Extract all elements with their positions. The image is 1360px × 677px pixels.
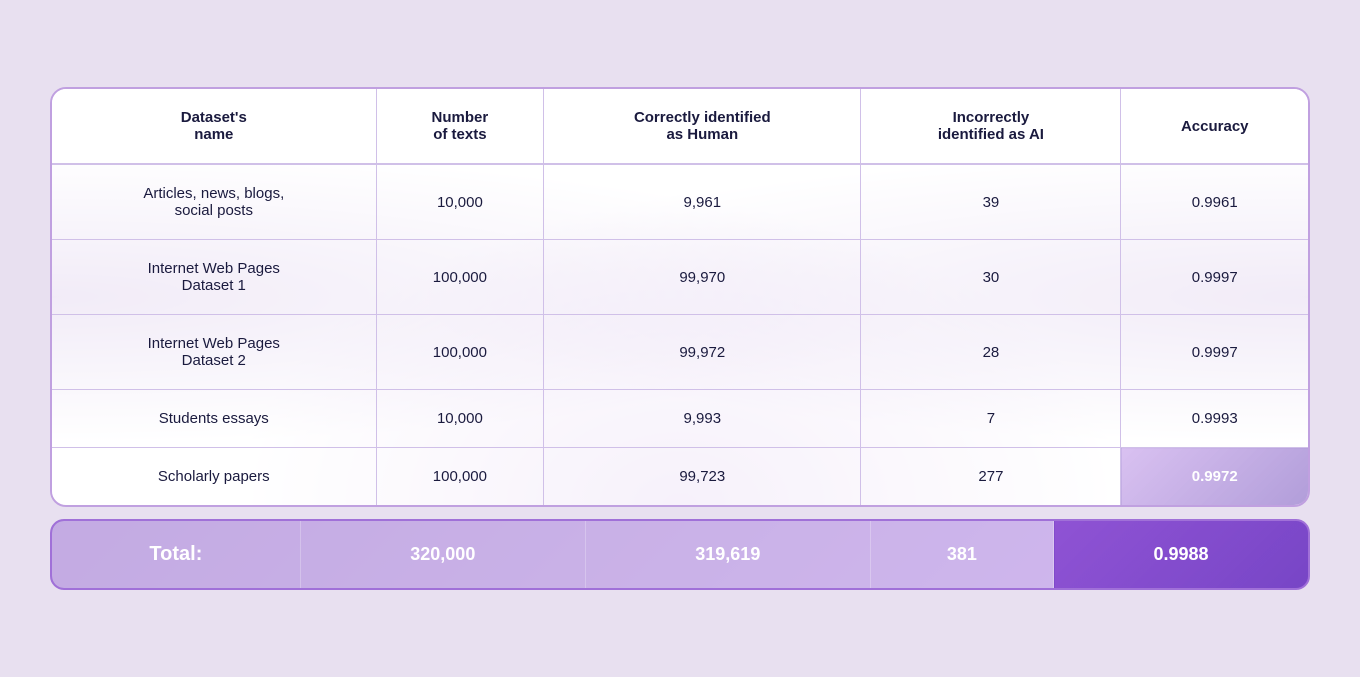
row-correctly: 99,970 bbox=[544, 240, 861, 315]
totals-bar: Total: 320,000 319,619 381 0.9988 bbox=[50, 519, 1310, 590]
row-number: 100,000 bbox=[376, 315, 544, 390]
correctly-identified-header: Correctly identifiedas Human bbox=[544, 89, 861, 164]
totals-table: Total: 320,000 319,619 381 0.9988 bbox=[52, 521, 1308, 588]
row-number: 10,000 bbox=[376, 390, 544, 448]
row-dataset-name: Scholarly papers bbox=[52, 448, 376, 506]
row-incorrectly: 30 bbox=[861, 240, 1121, 315]
row-dataset-name: Internet Web PagesDataset 1 bbox=[52, 240, 376, 315]
number-of-texts-header: Numberof texts bbox=[376, 89, 544, 164]
table-row: Students essays 10,000 9,993 7 0.9993 bbox=[52, 390, 1308, 448]
totals-correctly: 319,619 bbox=[585, 521, 870, 588]
totals-incorrectly: 381 bbox=[870, 521, 1053, 588]
row-accuracy: 0.9997 bbox=[1121, 240, 1308, 315]
table-header-row: Dataset'sname Numberof texts Correctly i… bbox=[52, 89, 1308, 164]
row-dataset-name: Internet Web PagesDataset 2 bbox=[52, 315, 376, 390]
totals-row: Total: 320,000 319,619 381 0.9988 bbox=[52, 521, 1308, 588]
row-accuracy: 0.9993 bbox=[1121, 390, 1308, 448]
totals-label: Total: bbox=[52, 521, 300, 588]
row-dataset-name: Students essays bbox=[52, 390, 376, 448]
totals-number: 320,000 bbox=[300, 521, 585, 588]
row-incorrectly: 277 bbox=[861, 448, 1121, 506]
incorrectly-identified-header: Incorrectlyidentified as AI bbox=[861, 89, 1121, 164]
row-number: 100,000 bbox=[376, 448, 544, 506]
row-dataset-name: Articles, news, blogs,social posts bbox=[52, 164, 376, 240]
row-accuracy: 0.9961 bbox=[1121, 164, 1308, 240]
row-incorrectly: 39 bbox=[861, 164, 1121, 240]
main-table-container: Dataset'sname Numberof texts Correctly i… bbox=[50, 87, 1310, 507]
table-row: Scholarly papers 100,000 99,723 277 0.99… bbox=[52, 448, 1308, 506]
accuracy-header: Accuracy bbox=[1121, 89, 1308, 164]
row-number: 100,000 bbox=[376, 240, 544, 315]
row-correctly: 9,993 bbox=[544, 390, 861, 448]
table-row: Articles, news, blogs,social posts 10,00… bbox=[52, 164, 1308, 240]
row-incorrectly: 7 bbox=[861, 390, 1121, 448]
data-table: Dataset'sname Numberof texts Correctly i… bbox=[52, 89, 1308, 505]
row-incorrectly: 28 bbox=[861, 315, 1121, 390]
table-row: Internet Web PagesDataset 1 100,000 99,9… bbox=[52, 240, 1308, 315]
table-row: Internet Web PagesDataset 2 100,000 99,9… bbox=[52, 315, 1308, 390]
row-correctly: 99,723 bbox=[544, 448, 861, 506]
row-correctly: 99,972 bbox=[544, 315, 861, 390]
totals-accuracy: 0.9988 bbox=[1054, 521, 1308, 588]
datasets-name-header: Dataset'sname bbox=[52, 89, 376, 164]
row-accuracy: 0.9972 bbox=[1121, 448, 1308, 506]
row-correctly: 9,961 bbox=[544, 164, 861, 240]
row-accuracy: 0.9997 bbox=[1121, 315, 1308, 390]
page-wrapper: Dataset'sname Numberof texts Correctly i… bbox=[30, 67, 1330, 610]
row-number: 10,000 bbox=[376, 164, 544, 240]
